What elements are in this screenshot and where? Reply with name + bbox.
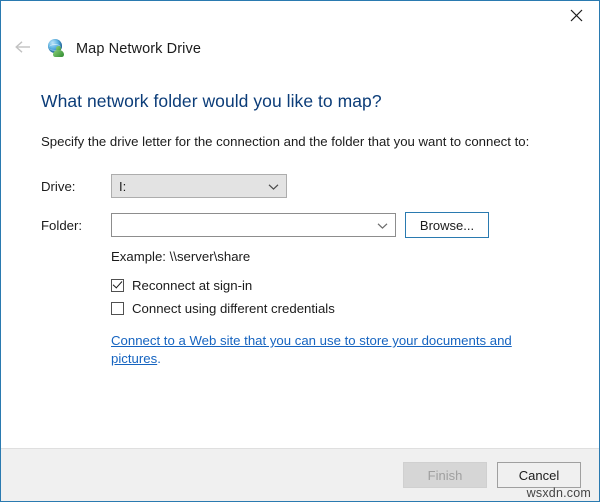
web-site-link-row: Connect to a Web site that you can use t… [111,332,561,368]
credentials-checkbox[interactable] [111,302,124,315]
chevron-down-icon [377,218,388,233]
cancel-button[interactable]: Cancel [497,462,581,488]
reconnect-checkbox[interactable] [111,279,124,292]
close-icon [570,9,583,22]
drive-select-value: I: [119,178,127,194]
form-area: Drive: I: Folder: Browse... [41,171,561,240]
dialog-title: Map Network Drive [76,41,201,57]
dialog-footer: Finish Cancel wsxdn.com [1,448,599,501]
folder-input[interactable] [111,213,396,237]
drive-select[interactable]: I: [111,174,287,198]
instruction-text: Specify the drive letter for the connect… [41,134,530,149]
credentials-checkbox-row[interactable]: Connect using different credentials [111,301,561,316]
credentials-checkbox-label: Connect using different credentials [132,301,335,316]
main-content: What network folder would you like to ma… [1,67,599,448]
folder-row: Folder: Browse... [41,210,561,240]
finish-button[interactable]: Finish [403,462,487,488]
page-title: What network folder would you like to ma… [41,91,382,111]
web-site-link[interactable]: Connect to a Web site that you can use t… [111,333,512,366]
drive-label: Drive: [41,178,76,194]
dialog-header: Map Network Drive [1,31,599,67]
title-bar [1,1,599,31]
watermark: wsxdn.com [526,486,591,500]
back-button[interactable] [10,36,36,62]
back-arrow-icon [14,40,32,59]
folder-label: Folder: [41,217,83,233]
browse-button[interactable]: Browse... [405,212,489,238]
web-site-link-period: . [157,351,161,366]
network-drive-globe-icon [48,39,68,59]
drive-row: Drive: I: [41,171,561,201]
map-network-drive-dialog: Map Network Drive What network folder wo… [0,0,600,502]
example-text: Example: \\server\share [111,249,251,264]
reconnect-checkbox-label: Reconnect at sign-in [132,278,253,293]
reconnect-checkbox-row[interactable]: Reconnect at sign-in [111,278,561,293]
close-button[interactable] [553,1,599,30]
chevron-down-icon [268,179,279,194]
